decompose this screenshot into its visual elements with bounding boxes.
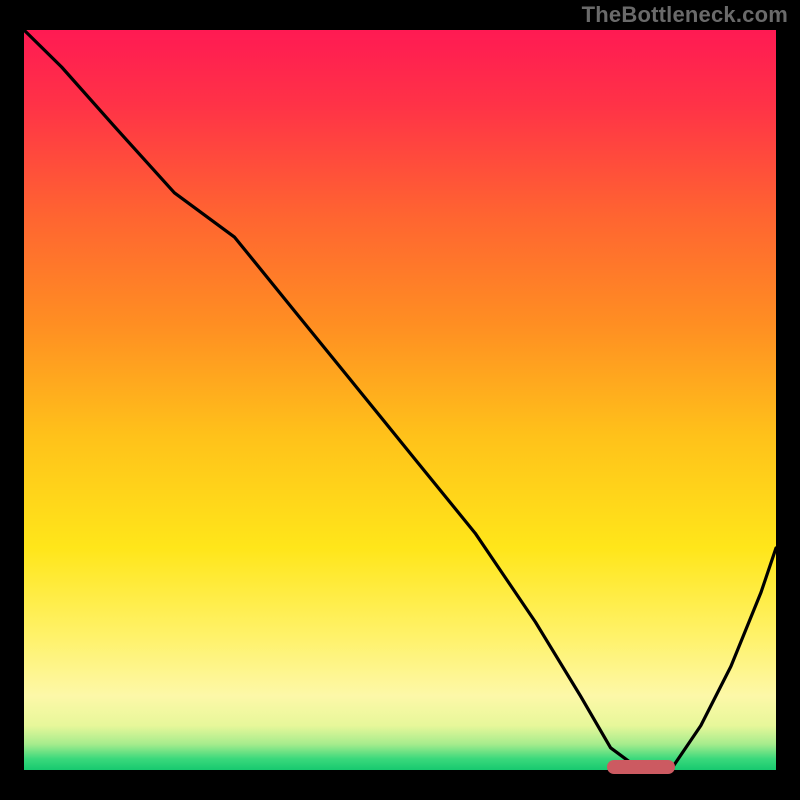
watermark-text: TheBottleneck.com bbox=[582, 2, 788, 28]
chart-frame: TheBottleneck.com bbox=[0, 0, 800, 800]
gradient-background bbox=[24, 30, 776, 770]
plot-area bbox=[24, 30, 776, 770]
